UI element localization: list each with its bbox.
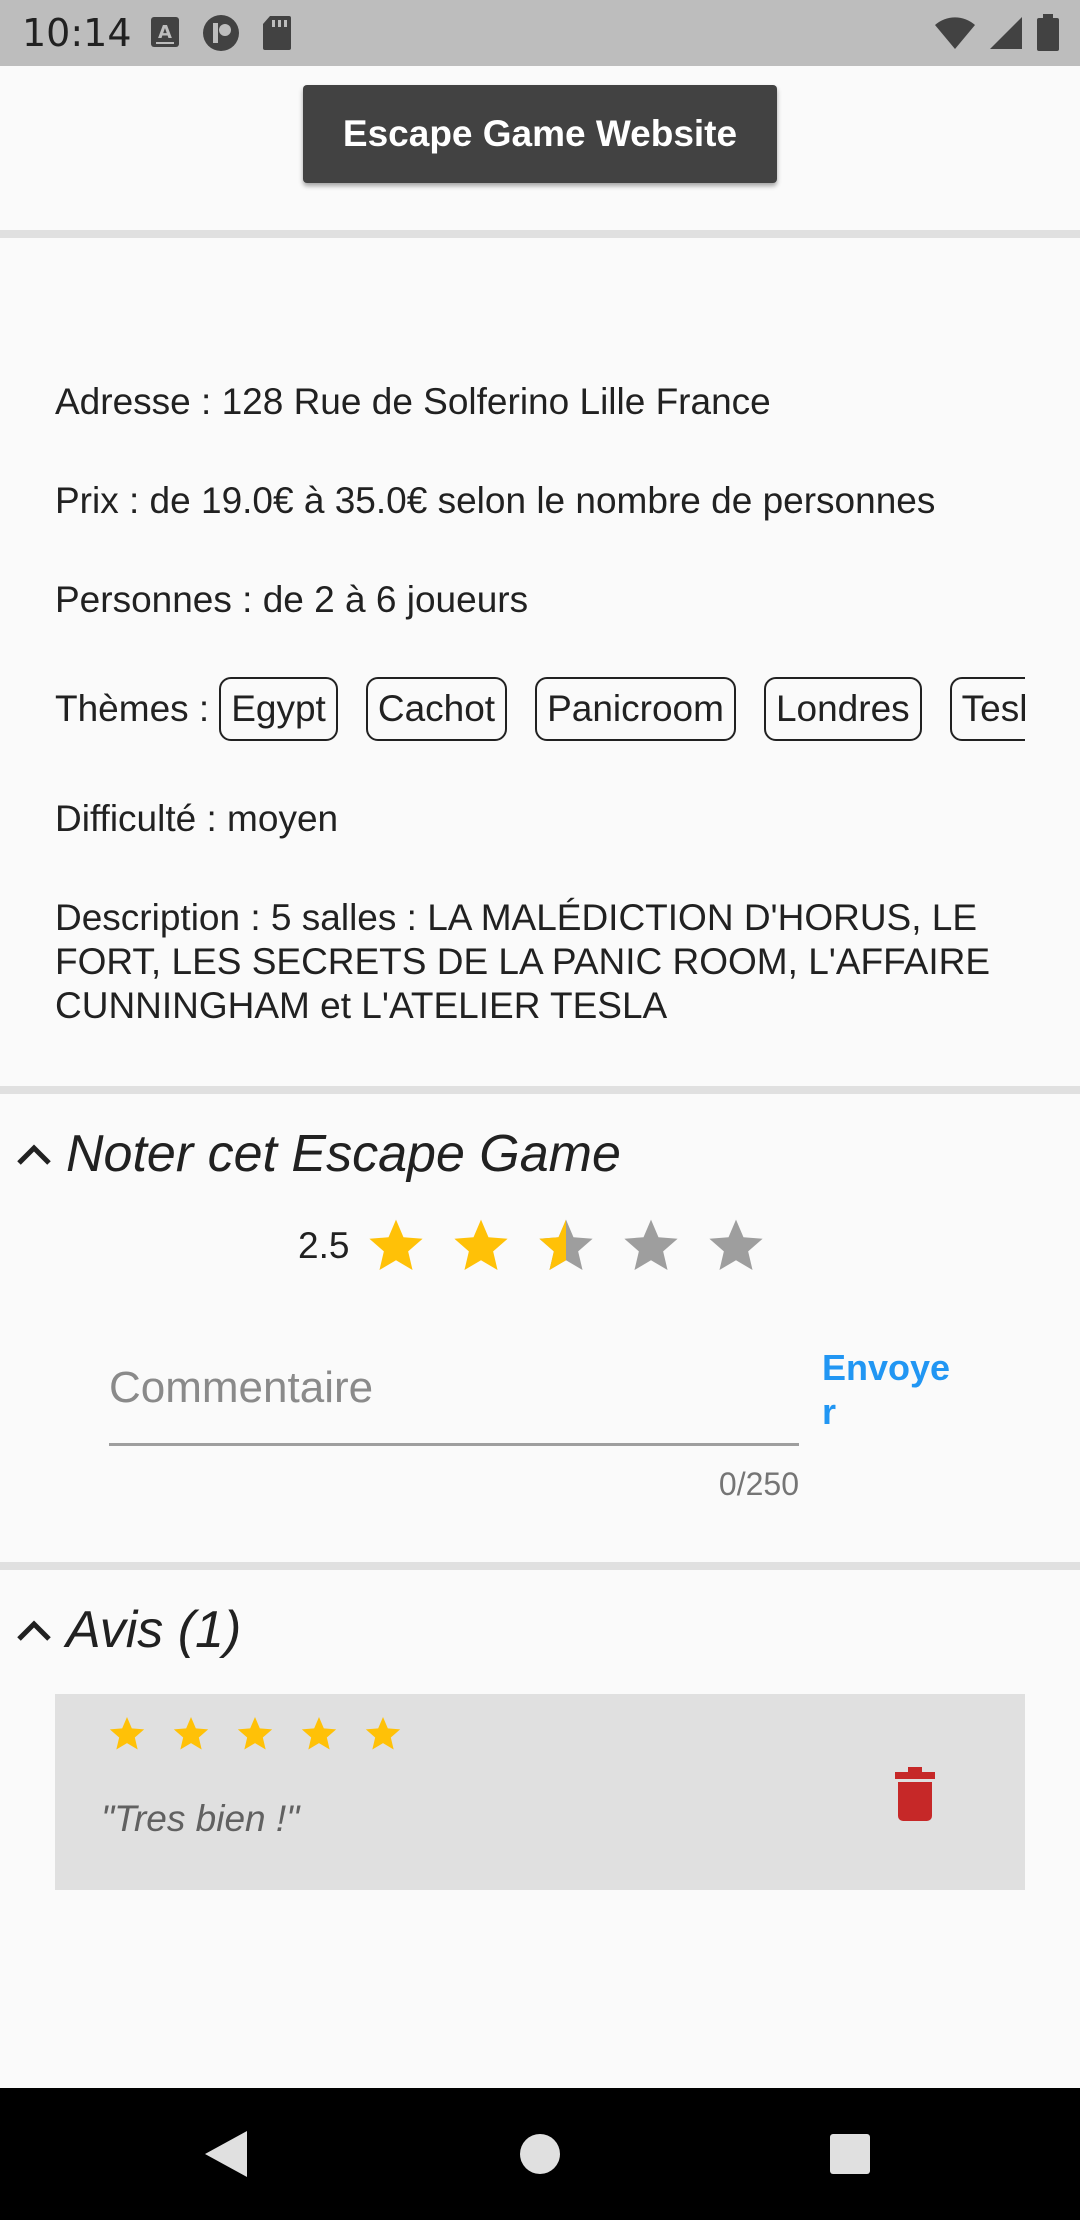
divider (0, 1086, 1080, 1094)
rate-section-header[interactable]: Noter cet Escape Game (14, 1124, 621, 1184)
rating-bar[interactable]: 2.5 (298, 1215, 790, 1277)
theme-chip[interactable]: Egypt (219, 677, 338, 741)
home-button[interactable] (510, 2124, 570, 2184)
divider (0, 1562, 1080, 1570)
svg-text:A: A (158, 22, 172, 43)
reviews-section-header[interactable]: Avis (1) (14, 1600, 241, 1660)
star-icon (365, 1717, 401, 1750)
review-card: "Tres bien !" (55, 1694, 1025, 1890)
star-half-icon[interactable] (535, 1215, 597, 1277)
status-bar: 10:14 A (0, 0, 1080, 66)
sd-card-icon (262, 15, 292, 56)
star-icon[interactable] (705, 1215, 767, 1277)
comment-counter: 0/250 (718, 1466, 799, 1502)
star-icon[interactable] (620, 1215, 682, 1277)
reviews-section-title: Avis (1) (66, 1601, 242, 1659)
status-icons-left: A (150, 14, 292, 57)
trash-icon (895, 1767, 935, 1821)
send-button[interactable]: Envoyer (822, 1346, 962, 1434)
status-icons-right (934, 14, 1060, 57)
rating-value: 2.5 (298, 1225, 350, 1266)
review-stars (107, 1714, 427, 1754)
description-text: Description : 5 salles : LA MALÉDICTION … (55, 897, 991, 1026)
keyboard-a-icon: A (150, 16, 180, 55)
address-text: Adresse : 128 Rue de Solferino Lille Fra… (55, 381, 771, 422)
header-area: Escape Game Website (0, 66, 1080, 230)
chevron-up-icon[interactable] (14, 1610, 54, 1650)
divider (0, 230, 1080, 238)
theme-chip[interactable]: Londres (763, 677, 922, 741)
status-time: 10:14 (22, 11, 132, 55)
review-comment: "Tres bien !" (101, 1798, 300, 1839)
star-icon[interactable] (365, 1215, 427, 1277)
back-button[interactable] (196, 2124, 256, 2184)
difficulty-text: Difficulté : moyen (55, 798, 339, 839)
star-icon (109, 1717, 145, 1750)
star-icon (173, 1717, 209, 1750)
delete-review-button[interactable] (885, 1764, 945, 1824)
recents-button[interactable] (820, 2124, 880, 2184)
wifi-icon (934, 15, 976, 56)
home-icon (520, 2134, 560, 2174)
star-icon (237, 1717, 273, 1750)
battery-icon (1036, 14, 1060, 57)
players-text: Personnes : de 2 à 6 joueurs (55, 579, 529, 620)
comment-input[interactable] (109, 1318, 799, 1446)
recents-icon (830, 2134, 870, 2174)
themes-label: Thèmes : (55, 688, 210, 729)
cell-signal-icon (988, 15, 1024, 56)
star-icon[interactable] (450, 1215, 512, 1277)
themes-row[interactable]: Thèmes : Egypt Cachot Panicroom Londres … (55, 676, 1025, 742)
theme-chip[interactable]: Cachot (365, 677, 508, 741)
star-icon (301, 1717, 337, 1750)
rate-section-title: Noter cet Escape Game (66, 1125, 621, 1183)
theme-chip[interactable]: Panicroom (535, 677, 736, 741)
price-text: Prix : de 19.0€ à 35.0€ selon le nombre … (55, 480, 936, 521)
back-icon (205, 2131, 247, 2177)
website-button[interactable]: Escape Game Website (303, 85, 777, 183)
app-notification-icon (202, 14, 240, 57)
navigation-bar (0, 2088, 1080, 2220)
chevron-up-icon[interactable] (14, 1134, 54, 1174)
theme-chip[interactable]: Tesla (949, 677, 1025, 741)
